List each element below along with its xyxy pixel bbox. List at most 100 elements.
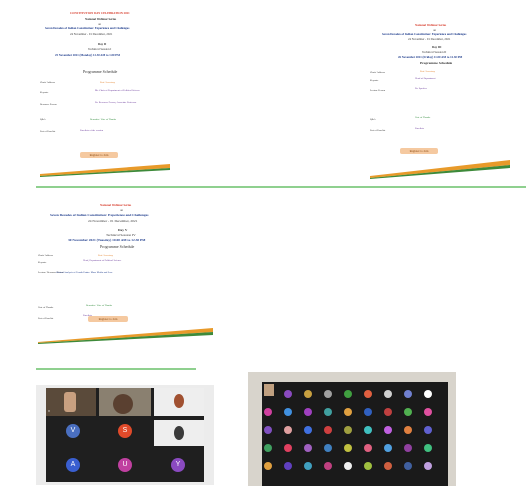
participant-avatar — [304, 462, 312, 470]
participant-avatar: S — [118, 424, 132, 438]
row-value: Dr. Resource Person, Associate Professor — [95, 101, 137, 104]
flyer-datetime: 25 November 2021 (Monday) 12.30 AM to 1.… — [55, 53, 120, 57]
participant-avatar — [264, 408, 272, 416]
participant-avatar — [404, 426, 412, 434]
participant-avatar — [324, 390, 332, 398]
participant-avatar — [424, 390, 432, 398]
row-label: List of Panelist — [40, 130, 56, 133]
flyer-subtitle: National Webinar Series — [100, 203, 132, 207]
participant-avatar — [344, 408, 352, 416]
participant-avatar — [364, 444, 372, 452]
row-value: Remarks / Vote of Thanks — [86, 304, 112, 307]
divider — [36, 186, 526, 188]
participant-avatar — [364, 462, 372, 470]
participant-avatar — [284, 444, 292, 452]
participant-avatar — [364, 426, 372, 434]
flyer-theme: Seven Decades of Indian Constitution: Ex… — [45, 26, 130, 30]
participant-avatar — [424, 462, 432, 470]
participant-avatar — [344, 444, 352, 452]
row-label: Chair/ Address — [370, 71, 385, 74]
decorative-wedge — [38, 328, 213, 344]
participant-avatar — [404, 462, 412, 470]
row-value: Prof. Secretary — [100, 81, 115, 84]
register-button[interactable]: Register to Join — [88, 316, 128, 322]
video-call-screenshot-2 — [248, 372, 456, 486]
participant-name: V — [48, 409, 51, 413]
participant-avatar — [424, 408, 432, 416]
flyer-day-iii: National Webinar Series on Seven Decades… — [370, 24, 510, 179]
flyer-session: Technical Session IV — [106, 233, 136, 237]
participant-avatar — [324, 444, 332, 452]
flyer-day: Day III — [432, 45, 442, 49]
participant-avatar — [324, 462, 332, 470]
flyer-datetime: 30 November 2021 (Tuesday) 10.00 AM to 1… — [68, 238, 146, 242]
row-value: Prof. Secretary — [98, 254, 113, 257]
flyer-dates: 24 November - 01 December, 2021 — [70, 32, 113, 36]
row-value: Dr. Speaker — [415, 87, 427, 90]
participant-avatar: V — [66, 424, 80, 438]
row-value: Head of Department — [415, 77, 436, 80]
participant-avatar — [384, 390, 392, 398]
flyer-subtitle: National Webinar Series — [415, 23, 447, 27]
participant-photo — [113, 394, 133, 414]
flyer-subtitle: National Webinar Series — [85, 17, 117, 21]
row-value: Head, Department of Political Science — [83, 259, 122, 262]
participant-avatar — [384, 462, 392, 470]
participant-avatar — [384, 426, 392, 434]
participant-video — [99, 388, 151, 416]
participant-avatar — [404, 444, 412, 452]
participant-avatar: A — [66, 458, 80, 472]
flyer-datetime: 26 November 2021 (Friday) 11.00 AM to 12… — [398, 55, 463, 59]
row-label: Keynote — [40, 91, 49, 94]
row-value: Vote of Thanks — [415, 116, 431, 119]
participant-avatar — [324, 426, 332, 434]
flyer-day: Day V — [118, 228, 128, 232]
participant-avatar — [284, 408, 292, 416]
participant-photo — [64, 392, 76, 412]
register-button[interactable]: Register to Join — [80, 152, 118, 158]
participant-video — [154, 420, 204, 446]
flyer-day: Day II — [98, 42, 107, 46]
participant-avatar — [404, 408, 412, 416]
row-label: Vote of Thanks — [38, 306, 54, 309]
row-value: Panelists — [415, 127, 424, 130]
row-label: Lecture Person — [370, 89, 386, 92]
flyer-theme: Seven Decades of Indian Constitution: Ex… — [382, 32, 467, 36]
decorative-wedge — [40, 164, 170, 177]
flyer-day-ii: CONSTITUTION DAY CELEBRATION 2021 Nation… — [40, 12, 170, 177]
flyer-schedule: Programme Schedule — [83, 69, 118, 74]
row-label: List of Panelist — [370, 129, 386, 132]
participant-avatar — [364, 390, 372, 398]
participant-avatar: Y — [171, 458, 185, 472]
row-value: Critical Analysis of Fourth Estate: Mass… — [56, 271, 113, 274]
row-label: Chair/ Address — [38, 254, 53, 257]
register-button[interactable]: Register to Join — [400, 148, 438, 154]
participant-avatar — [344, 462, 352, 470]
row-label: List of Panelist — [38, 317, 54, 320]
flyer-dates: 24 November - 01 December, 2021 — [88, 219, 138, 223]
row-label: Keynote — [370, 79, 379, 82]
video-grid: V V S A U Y — [46, 388, 204, 482]
flyer-session: Technical Session I — [88, 47, 112, 51]
participant-avatar — [264, 426, 272, 434]
participant-avatar — [264, 462, 272, 470]
participant-avatar — [304, 444, 312, 452]
flyer-session: Technical Session II — [422, 50, 447, 54]
participant-avatar — [344, 390, 352, 398]
participant-avatar — [284, 390, 292, 398]
row-label: Q&A — [370, 118, 376, 121]
decorative-wedge — [370, 160, 510, 179]
row-value: Remarks / Vote of Thanks — [90, 118, 116, 121]
participant-avatar — [324, 408, 332, 416]
participant-avatar — [304, 426, 312, 434]
row-value: Mr. Chair of Department of Political Sci… — [95, 89, 140, 92]
row-label: Chair/ Address — [40, 81, 55, 84]
flyer-day-v: National Webinar Series on Seven Decades… — [38, 204, 213, 354]
video-grid — [262, 382, 448, 486]
participant-avatar: U — [118, 458, 132, 472]
participant-photo — [174, 394, 184, 408]
flyer-on: on — [120, 208, 123, 212]
participant-avatar — [404, 390, 412, 398]
flyer-dates: 24 November - 01 December, 2021 — [408, 37, 451, 41]
participant-video — [154, 388, 204, 416]
